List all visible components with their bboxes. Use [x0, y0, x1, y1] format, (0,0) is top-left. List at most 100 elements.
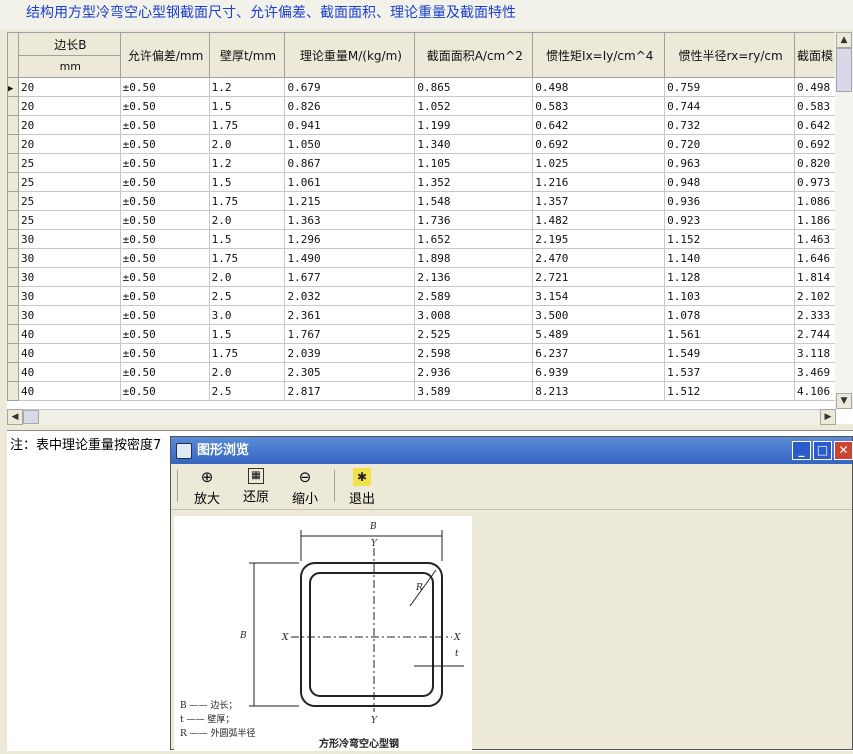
- cell-area[interactable]: 2.598: [414, 343, 534, 363]
- cell-tolerance[interactable]: ±0.50: [119, 77, 210, 97]
- table-row[interactable]: 40 ±0.50 2.0 2.305 2.936 6.939 1.537 3.469: [7, 362, 853, 382]
- cell-side[interactable]: 40: [17, 381, 121, 401]
- cell-inertia[interactable]: 8.213: [532, 381, 666, 401]
- cell-side[interactable]: 25: [17, 153, 121, 173]
- figure-canvas[interactable]: B B Y Y X X R t B —— 边长； t —— 壁厚； R —— 外…: [174, 516, 472, 751]
- cell-weight[interactable]: 1.677: [284, 267, 416, 287]
- cell-weight[interactable]: 0.679: [284, 77, 416, 97]
- cell-thickness[interactable]: 1.2: [208, 77, 286, 97]
- row-indicator[interactable]: [7, 248, 19, 268]
- cell-inertia[interactable]: 0.692: [532, 134, 666, 154]
- horizontal-scroll-thumb[interactable]: [23, 410, 39, 424]
- table-row[interactable]: 40 ±0.50 2.5 2.817 3.589 8.213 1.512 4.106: [7, 381, 853, 401]
- col-header-tolerance[interactable]: 允许偏差/mm: [119, 32, 210, 78]
- cell-radius[interactable]: 1.512: [664, 381, 796, 401]
- cell-side[interactable]: 30: [17, 286, 121, 306]
- restore-button[interactable]: ▦ 还原: [235, 468, 277, 505]
- cell-weight[interactable]: 2.361: [284, 305, 416, 325]
- cell-area[interactable]: 1.052: [414, 96, 534, 116]
- cell-weight[interactable]: 0.826: [284, 96, 416, 116]
- cell-thickness[interactable]: 2.5: [208, 286, 286, 306]
- cell-area[interactable]: 1.898: [414, 248, 534, 268]
- row-indicator[interactable]: [7, 381, 19, 401]
- cell-area[interactable]: 2.136: [414, 267, 534, 287]
- cell-radius[interactable]: 1.103: [664, 286, 796, 306]
- cell-weight[interactable]: 1.767: [284, 324, 416, 344]
- cell-thickness[interactable]: 2.0: [208, 362, 286, 382]
- cell-inertia[interactable]: 1.216: [532, 172, 666, 192]
- cell-side[interactable]: 20: [17, 77, 121, 97]
- row-indicator[interactable]: [7, 267, 19, 287]
- col-header-area[interactable]: 截面面积A/cm^2: [414, 32, 534, 78]
- cell-tolerance[interactable]: ±0.50: [119, 305, 210, 325]
- row-indicator[interactable]: [7, 286, 19, 306]
- cell-radius[interactable]: 0.720: [664, 134, 796, 154]
- cell-radius[interactable]: 1.078: [664, 305, 796, 325]
- cell-radius[interactable]: 1.561: [664, 324, 796, 344]
- cell-side[interactable]: 30: [17, 305, 121, 325]
- cell-area[interactable]: 3.008: [414, 305, 534, 325]
- table-row[interactable]: 25 ±0.50 1.2 0.867 1.105 1.025 0.963 0.820: [7, 153, 853, 173]
- cell-radius[interactable]: 0.759: [664, 77, 796, 97]
- viewer-titlebar[interactable]: 图形浏览 _ □ ✕: [171, 437, 853, 464]
- cell-side[interactable]: 30: [17, 248, 121, 268]
- table-row[interactable]: 25 ±0.50 1.75 1.215 1.548 1.357 0.936 1.086: [7, 191, 853, 211]
- table-row[interactable]: 20 ±0.50 1.5 0.826 1.052 0.583 0.744 0.583: [7, 96, 853, 116]
- cell-tolerance[interactable]: ±0.50: [119, 229, 210, 249]
- cell-tolerance[interactable]: ±0.50: [119, 172, 210, 192]
- cell-tolerance[interactable]: ±0.50: [119, 210, 210, 230]
- cell-side[interactable]: 20: [17, 134, 121, 154]
- row-indicator[interactable]: [7, 343, 19, 363]
- cell-tolerance[interactable]: ±0.50: [119, 191, 210, 211]
- col-header-inertia[interactable]: 惯性矩Ix=Iy/cm^4: [532, 32, 666, 78]
- cell-tolerance[interactable]: ±0.50: [119, 324, 210, 344]
- cell-inertia[interactable]: 1.357: [532, 191, 666, 211]
- table-row[interactable]: 30 ±0.50 2.5 2.032 2.589 3.154 1.103 2.102: [7, 286, 853, 306]
- data-grid[interactable]: 边长B 允许偏差/mm 壁厚t/mm 理论重量M/(kg/m) 截面面积A/cm…: [7, 32, 853, 424]
- cell-tolerance[interactable]: ±0.50: [119, 248, 210, 268]
- col-header-radius[interactable]: 惯性半径rx=ry/cm: [664, 32, 796, 78]
- cell-inertia[interactable]: 1.482: [532, 210, 666, 230]
- cell-side[interactable]: 25: [17, 210, 121, 230]
- row-indicator[interactable]: [7, 153, 19, 173]
- cell-thickness[interactable]: 1.75: [208, 343, 286, 363]
- cell-area[interactable]: 1.652: [414, 229, 534, 249]
- row-indicator[interactable]: [7, 210, 19, 230]
- scroll-up-button[interactable]: ▲: [836, 32, 852, 48]
- cell-side[interactable]: 30: [17, 229, 121, 249]
- cell-side[interactable]: 20: [17, 96, 121, 116]
- table-row[interactable]: ▶ 20 ±0.50 1.2 0.679 0.865 0.498 0.759 0.498: [7, 77, 853, 97]
- cell-weight[interactable]: 2.817: [284, 381, 416, 401]
- cell-tolerance[interactable]: ±0.50: [119, 381, 210, 401]
- cell-weight[interactable]: 1.490: [284, 248, 416, 268]
- cell-weight[interactable]: 1.050: [284, 134, 416, 154]
- cell-inertia[interactable]: 5.489: [532, 324, 666, 344]
- cell-area[interactable]: 1.199: [414, 115, 534, 135]
- cell-area[interactable]: 1.340: [414, 134, 534, 154]
- row-indicator[interactable]: [7, 115, 19, 135]
- row-indicator[interactable]: [7, 229, 19, 249]
- cell-side[interactable]: 20: [17, 115, 121, 135]
- cell-area[interactable]: 2.525: [414, 324, 534, 344]
- horizontal-scrollbar[interactable]: ◀ ▶: [7, 409, 836, 425]
- table-row[interactable]: 30 ±0.50 2.0 1.677 2.136 2.721 1.128 1.814: [7, 267, 853, 287]
- cell-area[interactable]: 2.936: [414, 362, 534, 382]
- cell-tolerance[interactable]: ±0.50: [119, 153, 210, 173]
- cell-side[interactable]: 40: [17, 362, 121, 382]
- scroll-right-button[interactable]: ▶: [820, 409, 836, 425]
- cell-area[interactable]: 1.548: [414, 191, 534, 211]
- col-header-weight[interactable]: 理论重量M/(kg/m): [284, 32, 416, 78]
- cell-tolerance[interactable]: ±0.50: [119, 343, 210, 363]
- row-indicator[interactable]: [7, 305, 19, 325]
- cell-inertia[interactable]: 2.721: [532, 267, 666, 287]
- cell-weight[interactable]: 2.305: [284, 362, 416, 382]
- cell-thickness[interactable]: 3.0: [208, 305, 286, 325]
- cell-thickness[interactable]: 2.0: [208, 134, 286, 154]
- cell-weight[interactable]: 1.061: [284, 172, 416, 192]
- cell-inertia[interactable]: 0.642: [532, 115, 666, 135]
- cell-area[interactable]: 3.589: [414, 381, 534, 401]
- cell-inertia[interactable]: 2.195: [532, 229, 666, 249]
- cell-weight[interactable]: 1.215: [284, 191, 416, 211]
- table-row[interactable]: 20 ±0.50 1.75 0.941 1.199 0.642 0.732 0.642: [7, 115, 853, 135]
- row-indicator[interactable]: [7, 362, 19, 382]
